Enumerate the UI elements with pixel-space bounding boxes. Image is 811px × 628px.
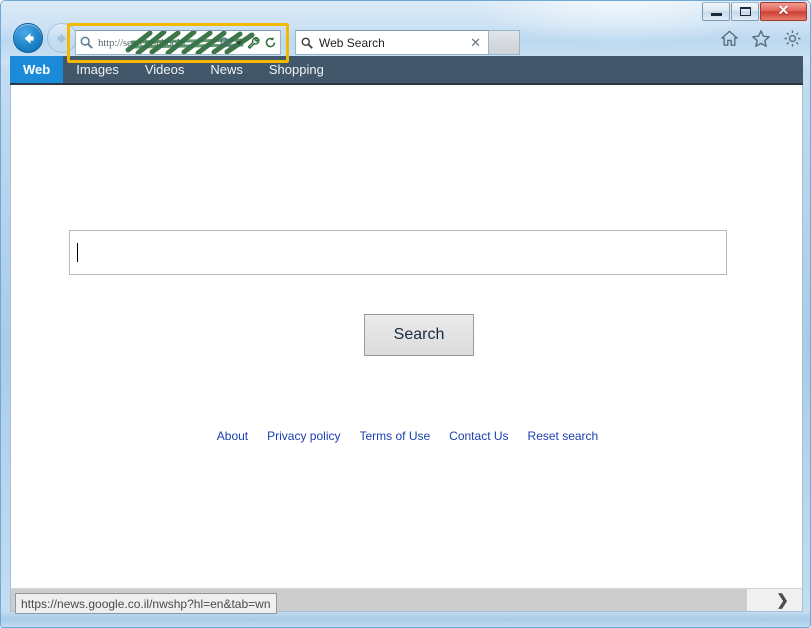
tab-label: Videos: [144, 62, 185, 77]
address-bar[interactable]: http://search.schoold...: [75, 30, 281, 55]
favorites-star-icon[interactable]: [751, 29, 771, 48]
tab-web[interactable]: Web: [10, 56, 64, 83]
toolbar-right-icons: [720, 29, 802, 48]
page-content: Search About Privacy policy Terms of Use…: [10, 85, 803, 588]
status-bar-link-tooltip: https://news.google.co.il/nwshp?hl=en&ta…: [15, 593, 277, 614]
minimize-icon: [710, 13, 722, 16]
tab-label: News: [210, 62, 243, 77]
forward-button[interactable]: [47, 23, 77, 53]
forward-arrow-icon: [56, 32, 66, 44]
scrollbar-track[interactable]: [747, 589, 763, 611]
settings-gear-icon[interactable]: [783, 29, 802, 48]
text-caret: [77, 243, 78, 262]
back-button[interactable]: [13, 23, 43, 53]
magnifier-icon: [80, 36, 93, 49]
browser-toolbar: http://search.schoold... Web Search ✕: [1, 21, 810, 63]
back-arrow-icon: [24, 32, 34, 44]
search-go-button[interactable]: [489, 30, 520, 55]
tab-videos[interactable]: Videos: [132, 56, 198, 83]
window-caption-buttons: ✕: [701, 2, 807, 21]
refresh-icon[interactable]: [264, 36, 277, 49]
link-privacy-policy[interactable]: Privacy policy: [267, 429, 340, 443]
tab-news[interactable]: News: [197, 56, 256, 83]
tab-images[interactable]: Images: [63, 56, 132, 83]
home-icon[interactable]: [720, 29, 739, 48]
toolbar-search-box[interactable]: Web Search ✕: [295, 30, 489, 55]
site-nav-tabs: Web Images Videos News Shopping: [10, 56, 803, 85]
link-contact-us[interactable]: Contact Us: [449, 429, 508, 443]
magnifier-icon[interactable]: [219, 36, 232, 49]
close-button[interactable]: ✕: [760, 2, 807, 21]
minimize-button[interactable]: [702, 2, 730, 21]
window-bottom-edge: [1, 613, 810, 627]
link-terms-of-use[interactable]: Terms of Use: [359, 429, 430, 443]
link-reset-search[interactable]: Reset search: [528, 429, 599, 443]
main-search-input[interactable]: [69, 230, 727, 275]
chevron-down-icon[interactable]: [235, 39, 243, 47]
clear-search-icon[interactable]: ✕: [467, 36, 484, 49]
scroll-right-arrow-icon[interactable]: ❯: [763, 589, 802, 611]
address-bar-trailing-icons: [219, 31, 277, 54]
magnifier-icon: [301, 37, 313, 49]
browser-window: ✕ http://search.schoold... Web Search ✕ …: [0, 0, 811, 628]
tab-shopping[interactable]: Shopping: [256, 56, 337, 83]
maximize-icon: [739, 7, 751, 16]
address-bar-url: http://search.schoold...: [98, 36, 193, 49]
footer-links: About Privacy policy Terms of Use Contac…: [11, 429, 802, 443]
maximize-button[interactable]: [731, 2, 759, 21]
main-search-button[interactable]: Search: [364, 314, 474, 356]
close-icon: ✕: [777, 3, 790, 19]
wrench-icon[interactable]: [246, 36, 261, 50]
link-about[interactable]: About: [217, 429, 248, 443]
tab-label: Images: [76, 62, 119, 77]
tab-label: Web: [23, 62, 51, 77]
tab-label: Shopping: [268, 62, 324, 77]
search-input-value: Web Search: [319, 35, 385, 50]
